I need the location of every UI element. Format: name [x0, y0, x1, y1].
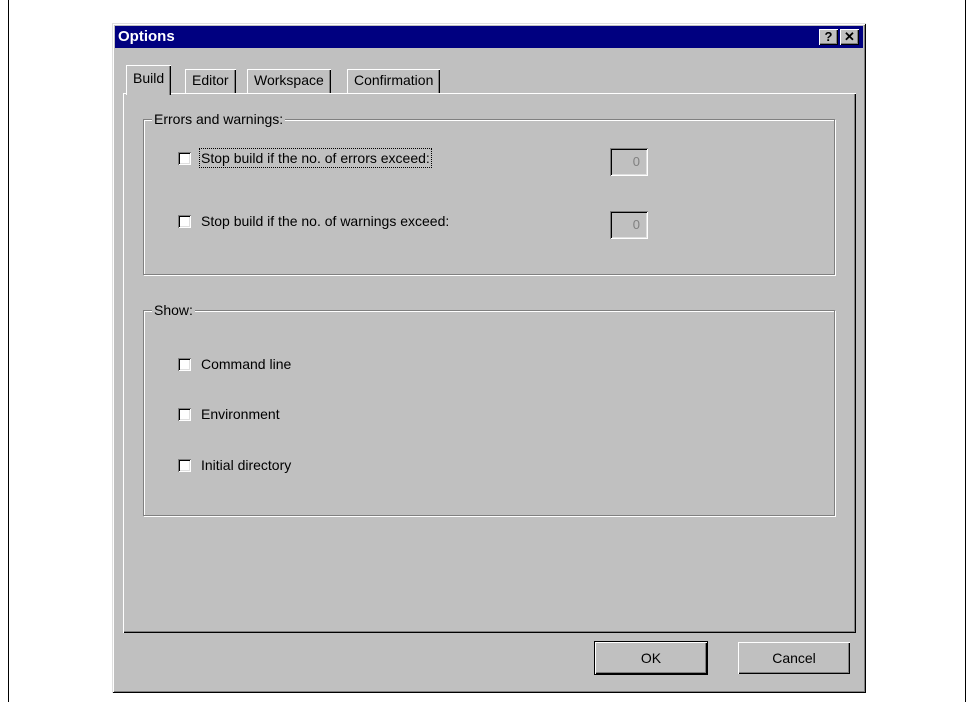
errors-warnings-legend: Errors and warnings:: [152, 111, 286, 127]
environment-row[interactable]: Environment: [178, 406, 280, 422]
environment-label[interactable]: Environment: [201, 406, 280, 422]
stop-errors-label[interactable]: Stop build if the no. of errors exceed:: [199, 148, 432, 168]
warnings-limit-field[interactable]: 0: [610, 211, 648, 239]
tab-workspace[interactable]: Workspace: [247, 69, 331, 93]
cancel-button[interactable]: Cancel: [738, 642, 850, 674]
close-icon: ✕: [844, 29, 855, 44]
stop-warnings-checkbox[interactable]: [178, 214, 191, 228]
errors-limit-field[interactable]: 0: [610, 148, 648, 176]
command-line-label[interactable]: Command line: [201, 356, 291, 372]
tab-confirmation[interactable]: Confirmation: [347, 69, 441, 93]
tab-editor[interactable]: Editor: [185, 69, 236, 93]
show-group: Show: Command line Environment Initial d…: [143, 302, 835, 516]
stop-errors-row[interactable]: Stop build if the no. of errors exceed:: [178, 148, 432, 168]
ok-button[interactable]: OK: [595, 642, 707, 674]
show-legend: Show:: [152, 302, 195, 318]
initial-directory-checkbox[interactable]: [178, 458, 191, 472]
help-button[interactable]: ?: [819, 29, 838, 45]
help-icon: ?: [824, 29, 833, 44]
stop-warnings-label[interactable]: Stop build if the no. of warnings exceed…: [201, 213, 449, 229]
frame-border-left: [8, 0, 9, 702]
stop-warnings-row[interactable]: Stop build if the no. of warnings exceed…: [178, 213, 449, 229]
initial-directory-row[interactable]: Initial directory: [178, 457, 291, 473]
environment-checkbox[interactable]: [178, 407, 191, 421]
tab-build[interactable]: Build: [126, 65, 172, 95]
window-title: Options: [118, 28, 175, 45]
initial-directory-label[interactable]: Initial directory: [201, 457, 291, 473]
close-button[interactable]: ✕: [840, 29, 859, 45]
title-bar: Options ? ✕: [115, 26, 863, 48]
errors-warnings-group: Errors and warnings: Stop build if the n…: [143, 111, 835, 275]
command-line-checkbox[interactable]: [178, 357, 191, 371]
frame-border-right: [965, 0, 966, 702]
tab-page-build: Errors and warnings: Stop build if the n…: [123, 93, 856, 633]
stop-errors-checkbox[interactable]: [178, 151, 191, 165]
command-line-row[interactable]: Command line: [178, 356, 291, 372]
options-dialog: Options ? ✕ Build Editor Workspace Confi…: [112, 23, 866, 693]
